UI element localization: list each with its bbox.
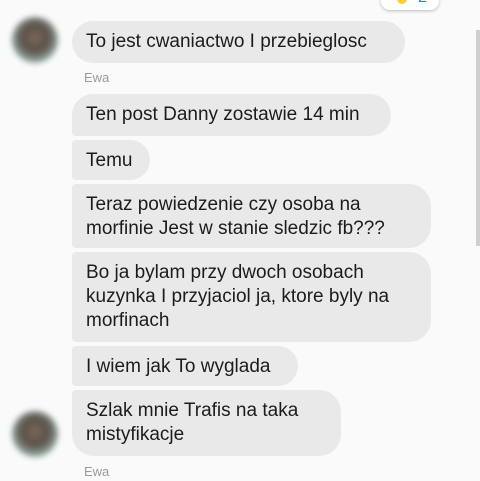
message-bubble[interactable]: To jest cwaniactwo I przebieglosc <box>72 21 405 63</box>
message-bubble[interactable]: I wiem jak To wyglada <box>72 346 298 386</box>
sender-name: Ewa <box>84 464 110 479</box>
avatar[interactable] <box>12 17 58 63</box>
message-bubble[interactable]: Bo ja bylam przy dwoch osobach kuzynka I… <box>72 252 431 342</box>
emoji-reaction-icon <box>397 0 407 4</box>
sender-name: Ewa <box>84 70 110 85</box>
message-bubble[interactable]: Szlak mnie Trafis na taka mistyfikacje <box>72 390 341 456</box>
scrollbar[interactable] <box>476 30 480 246</box>
reaction-count: 2 <box>418 0 427 7</box>
message-bubble[interactable]: Temu <box>72 140 150 180</box>
message-bubble[interactable]: Ten post Danny zostawie 14 min <box>72 94 391 136</box>
avatar[interactable] <box>12 411 58 457</box>
reaction-badge[interactable]: 2 <box>381 0 439 10</box>
message-bubble[interactable]: Teraz powiedzenie czy osoba na morfinie … <box>72 184 431 248</box>
